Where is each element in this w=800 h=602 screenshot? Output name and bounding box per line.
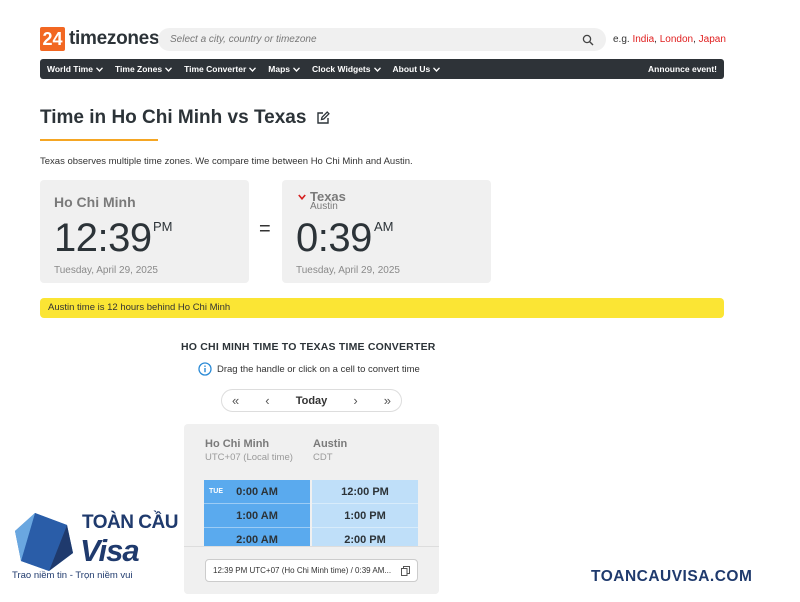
title-underline: [40, 139, 158, 141]
texas-time: 0:39: [296, 216, 372, 260]
austin-column-tz: CDT: [313, 452, 333, 463]
nav-label: Clock Widgets: [312, 64, 371, 74]
chevron-down-icon: [96, 66, 103, 72]
eg-label: e.g.: [613, 34, 630, 45]
eg-link-japan[interactable]: Japan: [699, 34, 726, 45]
info-icon: [198, 362, 212, 376]
time-cell-label: 1:00 AM: [236, 509, 278, 522]
eg-link-london[interactable]: London: [660, 34, 693, 45]
search-input[interactable]: [170, 34, 582, 45]
logo-number: 24: [40, 27, 65, 51]
brand-name-top: TOÀN CẦU: [82, 512, 178, 533]
site-logo[interactable]: 24 timezones: [40, 27, 160, 51]
hcm-time-card: Ho Chi Minh 12:39 PM Tuesday, April 29, …: [40, 180, 249, 283]
nav-label: Time Converter: [184, 64, 247, 74]
converter-title: HO CHI MINH TIME TO TEXAS TIME CONVERTER: [181, 341, 436, 353]
nav-time-zones[interactable]: Time Zones: [114, 64, 173, 74]
hcm-date: Tuesday, April 29, 2025: [54, 265, 158, 276]
texas-subcity: Austin: [310, 201, 338, 212]
nav-world-time[interactable]: World Time: [47, 64, 103, 74]
logo-text: timezones: [69, 28, 160, 49]
chevron-down-icon: [249, 66, 257, 72]
hcm-ampm: PM: [153, 219, 173, 234]
prev-button[interactable]: ‹: [265, 393, 269, 408]
next-button[interactable]: ›: [353, 393, 357, 408]
equals-sign: =: [259, 218, 271, 240]
time-cell[interactable]: TUE 0:00 AM: [204, 480, 310, 504]
hcm-time: 12:39: [54, 216, 152, 260]
nav-label: Maps: [268, 64, 290, 74]
chevron-down-icon: [373, 66, 381, 72]
search-bar[interactable]: [158, 28, 606, 51]
today-button[interactable]: Today: [296, 395, 328, 407]
nav-announce-event[interactable]: Announce event!: [648, 64, 717, 74]
brand-url: TOANCAUVISA.COM: [591, 568, 753, 585]
date-pager: « ‹ Today › »: [221, 389, 402, 412]
brand-name-bottom: Visa: [80, 533, 140, 568]
last-page-button[interactable]: »: [384, 393, 391, 408]
hcm-column-name: Ho Chi Minh: [205, 438, 270, 450]
nav-label: Time Zones: [114, 64, 163, 74]
chevron-down-icon: [433, 66, 441, 72]
brand-tagline: Trao niềm tin - Trọn niềm vui: [12, 570, 133, 581]
nav-label: World Time: [47, 64, 93, 74]
nav-label: About Us: [392, 64, 431, 74]
chevron-down-icon: [298, 193, 306, 200]
time-cell-label: 12:00 PM: [341, 485, 389, 498]
page-title: Time in Ho Chi Minh vs Texas: [40, 107, 307, 128]
page-description: Texas observes multiple time zones. We c…: [40, 156, 413, 167]
hcm-time-column: TUE 0:00 AM 1:00 AM 2:00 AM: [204, 480, 310, 552]
hcm-city-name: Ho Chi Minh: [54, 194, 136, 210]
austin-column-header: Austin CDT: [313, 438, 347, 463]
hcm-column-tz: UTC+07 (Local time): [205, 452, 293, 463]
result-text: 12:39 PM UTC+07 (Ho Chi Minh time) / 0:3…: [213, 566, 392, 575]
example-links: e.g. India, London, Japan: [613, 34, 726, 45]
chevron-down-icon: [165, 66, 173, 72]
texas-ampm: AM: [374, 219, 394, 234]
austin-time-column: 12:00 PM 1:00 PM 2:00 PM: [312, 480, 418, 552]
converter-hint: Drag the handle or click on a cell to co…: [198, 362, 420, 376]
copy-icon[interactable]: [401, 566, 410, 576]
texas-time-card: Texas Austin 0:39 AM Tuesday, April 29, …: [282, 180, 491, 283]
time-cell-label: 0:00 AM: [236, 485, 278, 498]
result-bar: 12:39 PM UTC+07 (Ho Chi Minh time) / 0:3…: [184, 546, 439, 594]
time-cell-label: 2:00 PM: [344, 533, 386, 546]
nav-about-us[interactable]: About Us: [393, 64, 441, 74]
nav-time-converter[interactable]: Time Converter: [184, 64, 257, 74]
day-tag: TUE: [209, 488, 223, 495]
time-cell[interactable]: 1:00 PM: [312, 504, 418, 528]
time-cell-label: 2:00 AM: [236, 533, 278, 546]
eg-link-india[interactable]: India: [632, 34, 654, 45]
nav-clock-widgets[interactable]: Clock Widgets: [312, 64, 381, 74]
nav-maps[interactable]: Maps: [268, 64, 300, 74]
main-nav: World Time Time Zones Time Converter Map…: [40, 59, 724, 79]
chevron-down-icon: [293, 66, 300, 72]
time-cell[interactable]: 1:00 AM: [204, 504, 310, 528]
edit-icon[interactable]: [316, 111, 330, 125]
brand-logo-mark: [15, 513, 73, 571]
austin-column-name: Austin: [313, 438, 348, 450]
converter-hint-text: Drag the handle or click on a cell to co…: [217, 363, 420, 375]
result-field[interactable]: 12:39 PM UTC+07 (Ho Chi Minh time) / 0:3…: [205, 559, 418, 582]
first-page-button[interactable]: «: [232, 393, 239, 408]
converter-table: Ho Chi Minh UTC+07 (Local time) Austin C…: [184, 424, 439, 594]
time-difference-bar: Austin time is 12 hours behind Ho Chi Mi…: [40, 298, 724, 318]
time-cell-label: 1:00 PM: [344, 509, 386, 522]
hcm-column-header: Ho Chi Minh UTC+07 (Local time): [205, 438, 293, 463]
texas-date: Tuesday, April 29, 2025: [296, 265, 400, 276]
time-cell[interactable]: 12:00 PM: [312, 480, 418, 504]
search-icon[interactable]: [582, 34, 594, 46]
